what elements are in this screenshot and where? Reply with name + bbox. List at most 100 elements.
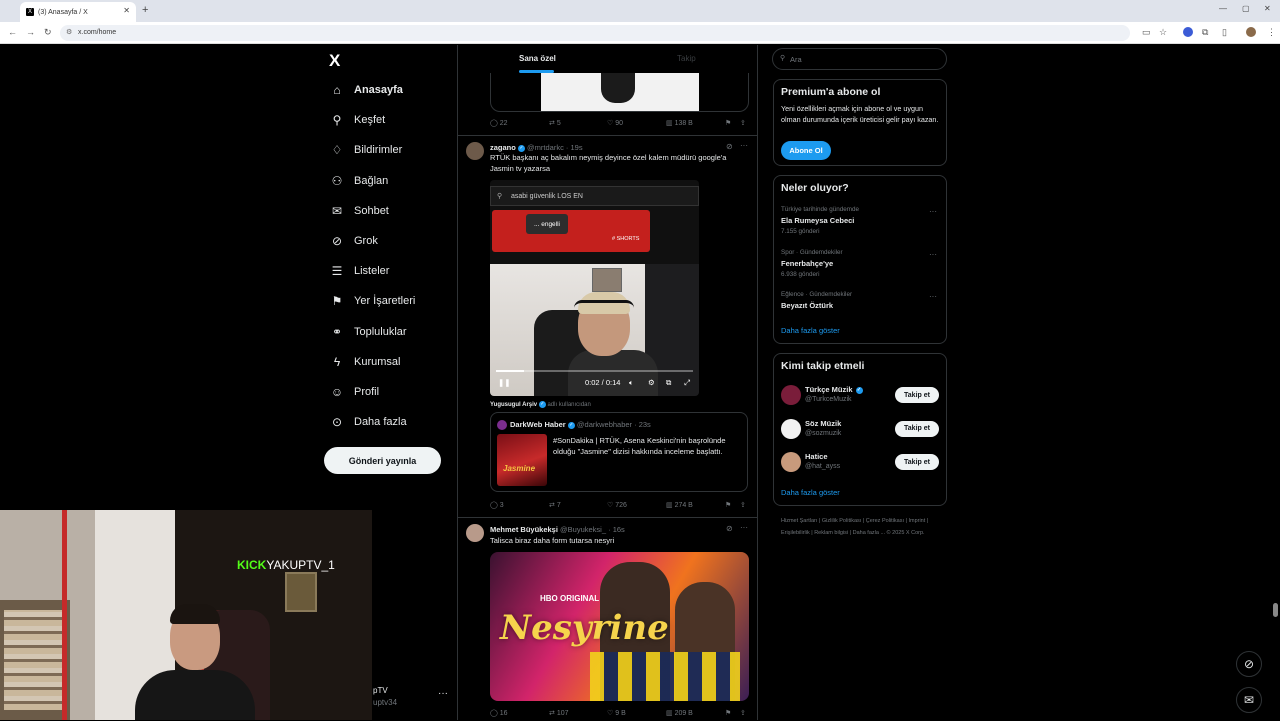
nav-item-listeler[interactable]: ☰ Listeler <box>330 260 390 282</box>
maximize-icon[interactable]: ▢ <box>1242 4 1250 13</box>
nav-item-yer-i-aretleri[interactable]: ⚑ Yer İşaretleri <box>330 290 416 312</box>
avatar[interactable] <box>466 524 484 542</box>
attribution-name[interactable]: Yugusugul Arşiv <box>490 402 537 408</box>
nav-item-bildirimler[interactable]: ♢ Bildirimler <box>330 139 403 161</box>
views-button[interactable]: ▥ 138 B <box>666 119 693 127</box>
post-time[interactable]: · 16s <box>608 525 625 534</box>
post-more-icon[interactable]: ··· <box>740 141 748 150</box>
grok-icon[interactable]: ⊘ <box>726 524 733 533</box>
nav-item-topluluklar[interactable]: ⚭ Topluluklar <box>330 321 407 343</box>
nav-item-anasayfa[interactable]: ⌂ Anasayfa <box>330 79 403 101</box>
tab-following[interactable]: Takip <box>677 54 696 63</box>
subscribe-button[interactable]: Abone Ol <box>781 141 831 160</box>
reply-button[interactable]: ◯ 3 <box>490 501 504 509</box>
scrollbar-thumb[interactable] <box>1273 603 1278 617</box>
video-progress-bar[interactable] <box>496 370 693 372</box>
minimize-icon[interactable]: — <box>1219 4 1227 13</box>
follow-show-more[interactable]: Daha fazla göster <box>781 488 840 497</box>
post-time[interactable]: · 19s <box>566 143 583 152</box>
messages-fab-icon[interactable]: ✉ <box>1236 687 1262 713</box>
extension-icon[interactable] <box>1183 27 1193 37</box>
post-media[interactable] <box>490 73 749 112</box>
avatar[interactable] <box>781 385 801 405</box>
nav-item-profil[interactable]: ☺ Profil <box>330 381 379 403</box>
like-button[interactable]: ♡ 726 <box>607 501 627 509</box>
close-tab-icon[interactable]: ✕ <box>123 6 130 15</box>
suggested-account-name[interactable]: Hatice <box>805 452 828 461</box>
trend-more-icon[interactable]: ··· <box>929 292 937 301</box>
trend-name[interactable]: Beyazıt Öztürk <box>781 301 833 310</box>
video-player[interactable]: ⚲ asabi güvenlik LOS EN ... engelli # SH… <box>490 180 699 396</box>
post-image[interactable]: HBO ORIGINAL Nesyrine <box>490 552 749 701</box>
browser-tab[interactable]: X (3) Anasayfa / X ✕ <box>20 2 136 22</box>
follow-button[interactable]: Takip et <box>895 454 939 470</box>
trend-more-icon[interactable]: ··· <box>929 250 937 259</box>
like-button[interactable]: ♡ 90 <box>607 119 623 127</box>
volume-icon[interactable]: 🔈︎ <box>629 378 634 388</box>
nav-item-daha-fazla[interactable]: ⊙ Daha fazla <box>330 411 407 433</box>
search-input[interactable]: ⚲ Ara <box>772 48 947 70</box>
repost-button[interactable]: ⇄ 107 <box>549 709 569 717</box>
fullscreen-icon[interactable]: ⤢ <box>684 378 690 388</box>
premium-title: Premium'a abone ol <box>781 86 881 98</box>
share-icon[interactable]: ⇪ <box>740 709 746 717</box>
trend-name[interactable]: Fenerbahçe'ye <box>781 259 833 268</box>
grok-icon[interactable]: ⊘ <box>726 142 733 151</box>
split-view-icon[interactable]: ▯ <box>1222 27 1227 38</box>
repost-button[interactable]: ⇄ 7 <box>549 501 561 509</box>
repost-button[interactable]: ⇄ 5 <box>549 119 561 127</box>
back-icon[interactable]: ← <box>8 27 17 37</box>
views-button[interactable]: ▥ 209 B <box>666 709 693 717</box>
nav-item-grok[interactable]: ⊘ Grok <box>330 230 378 252</box>
bookmark-icon[interactable]: ⚑ <box>725 709 731 717</box>
browser-menu-icon[interactable]: ⋮ <box>1267 27 1276 38</box>
x-logo[interactable]: X <box>329 51 340 71</box>
follow-button[interactable]: Takip et <box>895 420 939 437</box>
author-name[interactable]: Mehmet Büyükekşi <box>490 525 558 534</box>
profile-avatar-icon[interactable] <box>1246 27 1256 37</box>
bookmark-star-icon[interactable]: ☆ <box>1159 27 1167 38</box>
reply-button[interactable]: ◯ 22 <box>490 119 508 127</box>
pip-icon[interactable]: ⧉ <box>666 378 671 388</box>
share-icon[interactable]: ⇪ <box>740 501 746 509</box>
trend-more-icon[interactable]: ··· <box>929 207 937 216</box>
reload-icon[interactable]: ↻ <box>44 27 52 38</box>
share-icon[interactable]: ⇪ <box>740 119 746 127</box>
nav-item-ke-fet[interactable]: ⚲ Keşfet <box>330 109 386 131</box>
nav-item-kurumsal[interactable]: ϟ Kurumsal <box>330 351 401 373</box>
post-more-icon[interactable]: ··· <box>740 523 748 532</box>
like-button[interactable]: ♡ 9 B <box>607 709 626 717</box>
avatar[interactable] <box>781 418 801 439</box>
nav-item-ba-lan[interactable]: ⚇ Bağlan <box>330 170 389 192</box>
trend-name[interactable]: Ela Rumeysa Cebeci <box>781 216 854 225</box>
bookmark-icon[interactable]: ⚑ <box>725 501 731 509</box>
reply-button[interactable]: ◯ 16 <box>490 709 508 717</box>
post-button[interactable]: Gönderi yayınla <box>324 447 441 474</box>
forward-icon[interactable]: → <box>26 27 35 37</box>
url-field[interactable]: ⚙ x.com/home <box>60 25 1130 41</box>
pause-icon[interactable]: ❚❚ <box>498 378 511 387</box>
extensions-puzzle-icon[interactable]: ⧉ <box>1202 27 1208 38</box>
avatar[interactable] <box>781 452 801 472</box>
follow-button[interactable]: Takip et <box>895 387 939 403</box>
suggested-account-name[interactable]: Türkçe Müzik ✓ <box>805 385 863 394</box>
footer-links[interactable]: Hizmet Şartları | Gizlilik Politikası | … <box>781 515 941 539</box>
author-handle[interactable]: @Buyukeksi_ <box>560 525 606 534</box>
views-button[interactable]: ▥ 274 B <box>666 501 693 509</box>
suggested-account-name[interactable]: Söz Müzik <box>805 419 841 428</box>
tab-for-you[interactable]: Sana özel <box>519 54 556 63</box>
account-more-icon[interactable]: ··· <box>438 688 448 699</box>
author-handle[interactable]: @mrtdarkc <box>527 143 564 152</box>
site-info-icon[interactable]: ⚙ <box>66 28 72 36</box>
new-tab-button[interactable]: + <box>142 4 148 16</box>
avatar[interactable] <box>466 142 484 160</box>
grok-fab-icon[interactable]: ⊘ <box>1236 651 1262 677</box>
cast-icon[interactable]: ▭ <box>1142 27 1151 38</box>
bookmark-icon[interactable]: ⚑ <box>725 119 731 127</box>
trends-show-more[interactable]: Daha fazla göster <box>781 326 840 335</box>
nav-item-sohbet[interactable]: ✉ Sohbet <box>330 200 389 222</box>
close-window-icon[interactable]: ✕ <box>1264 4 1271 13</box>
settings-icon[interactable]: ⚙ <box>648 378 655 387</box>
account-name[interactable]: pTV <box>373 686 388 695</box>
author-name[interactable]: zagano <box>490 143 516 152</box>
